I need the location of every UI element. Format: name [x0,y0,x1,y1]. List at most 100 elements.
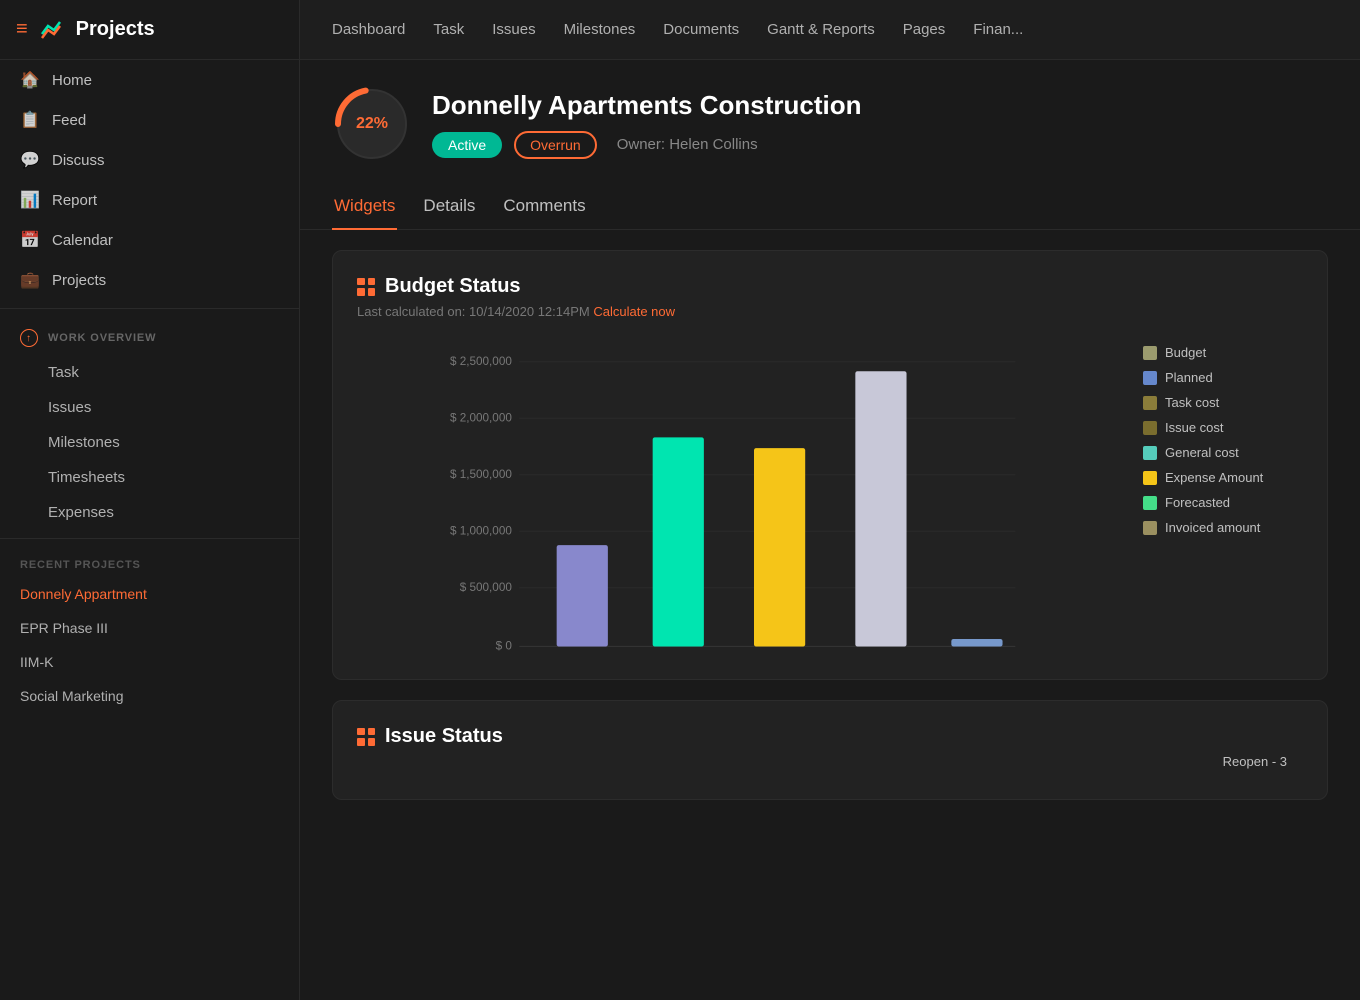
sidebar-label-projects: Projects [52,272,106,289]
legend-color-issuecost [1143,421,1157,435]
sidebar-label-discuss: Discuss [52,152,105,169]
progress-label: 22% [356,115,388,133]
budget-chart-svg: $ 0 $ 500,000 $ 1,000,000 $ 1,500,000 $ … [357,335,1119,655]
legend-invoiced: Invoiced amount [1143,520,1303,535]
sidebar-label-calendar: Calendar [52,232,113,249]
nav-issues[interactable]: Issues [492,21,535,38]
recent-project-social[interactable]: Social Marketing [0,679,299,713]
sidebar-sub-timesheets[interactable]: Timesheets [0,460,299,495]
chart-area: $ 0 $ 500,000 $ 1,000,000 $ 1,500,000 $ … [357,335,1119,655]
content-area: 22% Donnelly Apartments Construction Act… [300,60,1360,1000]
project-header: 22% Donnelly Apartments Construction Act… [300,60,1360,180]
feed-icon: 📋 [20,110,40,130]
app-title: Projects [76,18,155,41]
project-badges: Active Overrun Owner: Helen Collins [432,131,1328,159]
nav-task[interactable]: Task [433,21,464,38]
chart-legend: Budget Planned Task cost Issue cost [1143,335,1303,655]
svg-text:$ 2,500,000: $ 2,500,000 [450,355,512,368]
bar-actual [754,448,805,646]
work-overview-header: ↑ WORK OVERVIEW [0,317,299,355]
legend-color-expense [1143,471,1157,485]
tab-widgets[interactable]: Widgets [332,188,397,230]
issue-title: Issue Status [385,725,503,748]
tab-details[interactable]: Details [421,188,477,230]
report-icon: 📊 [20,190,40,210]
legend-taskcost: Task cost [1143,395,1303,410]
owner-label: Owner: Helen Collins [617,136,758,153]
sidebar: 🏠 Home 📋 Feed 💬 Discuss 📊 Report 📅 Calen… [0,60,300,1000]
sidebar-item-home[interactable]: 🏠 Home [0,60,299,100]
budget-subtitle: Last calculated on: 10/14/2020 12:14PM C… [357,304,1303,319]
nav-documents[interactable]: Documents [663,21,739,38]
legend-generalcost: General cost [1143,445,1303,460]
sidebar-item-calendar[interactable]: 📅 Calendar [0,220,299,260]
legend-label-invoiced: Invoiced amount [1165,520,1260,535]
legend-label-forecasted: Forecasted [1165,495,1230,510]
project-title: Donnelly Apartments Construction [432,90,1328,121]
legend-label-issuecost: Issue cost [1165,420,1224,435]
sidebar-label-feed: Feed [52,112,86,129]
nav-finan[interactable]: Finan... [973,21,1023,38]
nav-gantt[interactable]: Gantt & Reports [767,21,875,38]
sidebar-item-projects[interactable]: 💼 Projects [0,260,299,300]
svg-text:$ 1,500,000: $ 1,500,000 [450,468,512,481]
top-nav-links: Dashboard Task Issues Milestones Documen… [300,0,1360,59]
legend-color-invoiced [1143,521,1157,535]
legend-label-taskcost: Task cost [1165,395,1219,410]
svg-text:$ 2,000,000: $ 2,000,000 [450,411,512,424]
svg-text:$ 500,000: $ 500,000 [460,581,513,594]
home-icon: 🏠 [20,70,40,90]
legend-color-planned [1143,371,1157,385]
sidebar-sub-issues[interactable]: Issues [0,390,299,425]
sidebar-sub-expenses[interactable]: Expenses [0,495,299,530]
project-info: Donnelly Apartments Construction Active … [432,90,1328,159]
sidebar-divider-2 [0,538,299,539]
nav-dashboard[interactable]: Dashboard [332,21,405,38]
sidebar-item-discuss[interactable]: 💬 Discuss [0,140,299,180]
nav-pages[interactable]: Pages [903,21,946,38]
legend-label-generalcost: General cost [1165,445,1239,460]
recent-project-epr[interactable]: EPR Phase III [0,611,299,645]
budget-widget-icon [357,278,375,296]
nav-milestones[interactable]: Milestones [564,21,636,38]
reopen-label: Reopen - 3 [1223,754,1287,769]
main-layout: 🏠 Home 📋 Feed 💬 Discuss 📊 Report 📅 Calen… [0,60,1360,1000]
legend-label-budget: Budget [1165,345,1206,360]
legend-color-budget [1143,346,1157,360]
legend-color-taskcost [1143,396,1157,410]
legend-budget: Budget [1143,345,1303,360]
badge-overrun: Overrun [514,131,597,159]
calculate-now-link[interactable]: Calculate now [593,304,675,319]
svg-text:$ 0: $ 0 [496,640,513,653]
progress-circle: 22% [332,84,412,164]
bar-invoiced [951,639,1002,646]
hamburger-icon[interactable]: ≡ [16,18,28,41]
sidebar-divider-1 [0,308,299,309]
legend-color-forecasted [1143,496,1157,510]
sidebar-sub-task[interactable]: Task [0,355,299,390]
svg-text:$ 1,000,000: $ 1,000,000 [450,524,512,537]
bar-budget [557,545,608,646]
recent-project-donnely[interactable]: Donnely Appartment [0,577,299,611]
project-tabs: Widgets Details Comments [300,180,1360,230]
legend-forecasted: Forecasted [1143,495,1303,510]
sidebar-item-report[interactable]: 📊 Report [0,180,299,220]
issue-card-header: Issue Status [357,725,1303,748]
logo-icon [38,16,66,44]
legend-label-planned: Planned [1165,370,1213,385]
top-navigation: ≡ Projects Dashboard Task Issues Milesto… [0,0,1360,60]
bar-forecasted [855,371,906,646]
sidebar-label-home: Home [52,72,92,89]
budget-date: Last calculated on: 10/14/2020 12:14PM [357,304,590,319]
legend-issuecost: Issue cost [1143,420,1303,435]
sidebar-sub-milestones[interactable]: Milestones [0,425,299,460]
work-overview-label: WORK OVERVIEW [48,332,156,344]
issue-widget: Issue Status Reopen - 3 [332,700,1328,800]
recent-projects-label: RECENT PROJECTS [0,547,299,577]
recent-project-iimk[interactable]: IIM-K [0,645,299,679]
tab-comments[interactable]: Comments [501,188,587,230]
sidebar-item-feed[interactable]: 📋 Feed [0,100,299,140]
work-overview-icon: ↑ [20,329,38,347]
badge-active: Active [432,132,502,158]
calendar-icon: 📅 [20,230,40,250]
